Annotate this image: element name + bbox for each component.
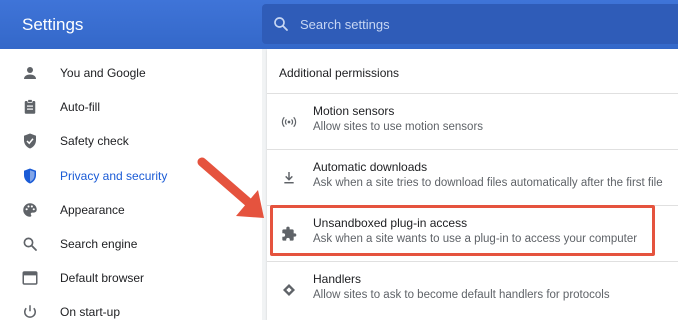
sidebar-item-label: On start-up <box>60 305 121 319</box>
person-icon <box>24 67 36 79</box>
permission-title: Motion sensors <box>313 104 395 118</box>
arrow-annotation-icon <box>197 157 264 218</box>
main-content: Additional permissions Motion sensors Al… <box>262 49 678 320</box>
handler-icon <box>283 284 295 296</box>
permission-automatic-downloads[interactable]: Automatic downloads Ask when a site trie… <box>267 149 678 205</box>
palette-icon <box>23 203 37 217</box>
shield-icon <box>24 168 36 184</box>
permission-description: Allow sites to use motion sensors <box>313 121 484 133</box>
permissions-card: Additional permissions Motion sensors Al… <box>267 49 678 320</box>
highlight-box <box>270 205 655 256</box>
sidebar-item-label: Search engine <box>60 237 138 251</box>
section-title: Additional permissions <box>279 66 400 80</box>
power-icon <box>24 305 36 318</box>
permission-description: Allow sites to ask to become default han… <box>313 289 610 301</box>
permission-handlers[interactable]: Handlers Allow sites to ask to become de… <box>267 261 678 317</box>
permission-motion-sensors[interactable]: Motion sensors Allow sites to use motion… <box>267 93 678 149</box>
sidebar-item-search-engine[interactable]: Search engine <box>0 227 262 261</box>
search-icon <box>274 17 288 31</box>
permission-title: Handlers <box>313 272 362 286</box>
motion-sensor-icon <box>281 116 297 128</box>
shield-check-icon <box>24 133 36 149</box>
sidebar-item-label: Privacy and security <box>60 169 168 183</box>
sidebar-item-label: Safety check <box>60 134 129 148</box>
header-bar: Settings <box>0 0 678 49</box>
app-title: Settings <box>22 15 84 34</box>
search-input[interactable] <box>300 4 660 44</box>
permission-title: Automatic downloads <box>313 160 428 174</box>
search-box[interactable] <box>262 4 678 44</box>
sidebar-item-auto-fill[interactable]: Auto-fill <box>0 90 262 124</box>
permission-description: Ask when a site tries to download files … <box>313 177 663 189</box>
sidebar-item-on-start-up[interactable]: On start-up <box>0 295 262 320</box>
browser-icon <box>22 271 38 285</box>
sidebar-item-label: You and Google <box>60 66 146 80</box>
sidebar-item-label: Auto-fill <box>60 100 101 114</box>
clipboard-icon <box>24 99 36 114</box>
sidebar-item-label: Appearance <box>60 203 125 217</box>
download-icon <box>284 172 294 184</box>
sidebar-item-default-browser[interactable]: Default browser <box>0 261 262 295</box>
sidebar-item-label: Default browser <box>60 271 145 285</box>
sidebar-item-safety-check[interactable]: Safety check <box>0 124 262 158</box>
search-icon <box>23 237 37 251</box>
sidebar-item-you-and-google[interactable]: You and Google <box>0 56 262 90</box>
